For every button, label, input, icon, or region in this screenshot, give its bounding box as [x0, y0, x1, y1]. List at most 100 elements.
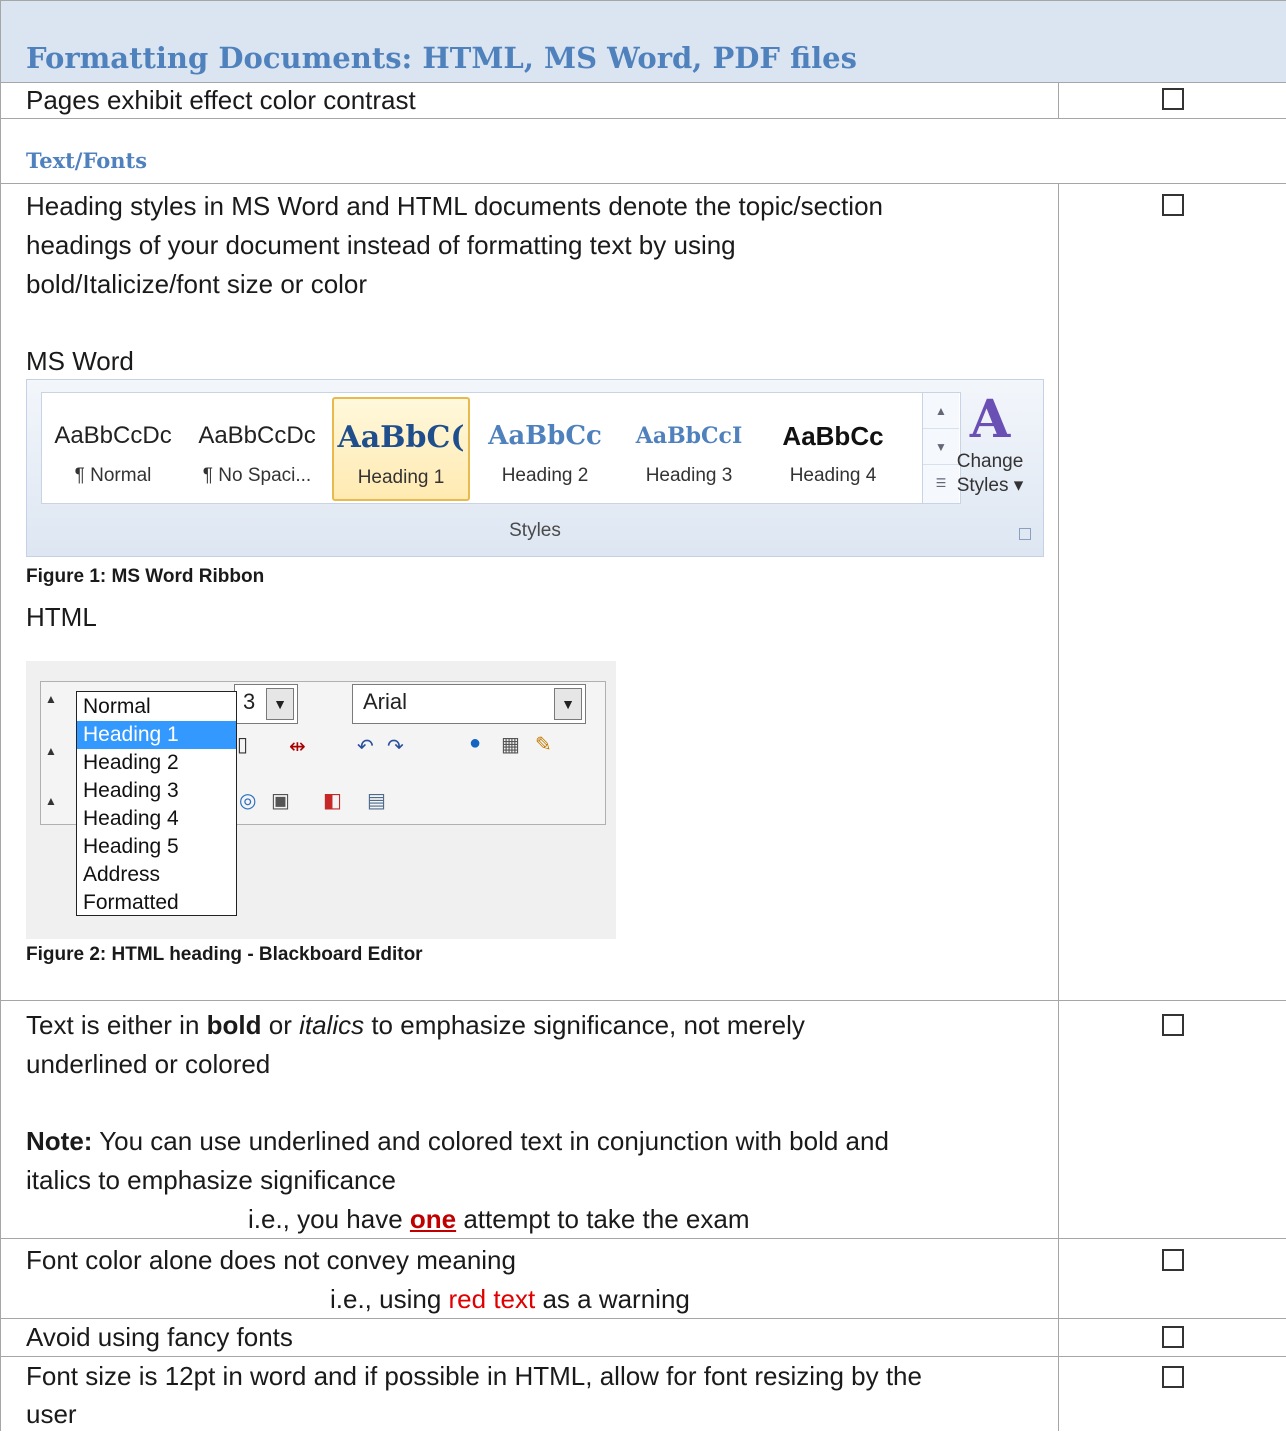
style-sample: AaBbC( [337, 421, 465, 455]
rule-left [0, 0, 1, 1431]
style-tile-no-spacing[interactable]: AaBbCcDc ¶ No Spaci... [188, 397, 326, 501]
chevron-down-icon[interactable]: ▼ [266, 688, 294, 720]
note-label: Note: [26, 1126, 93, 1156]
item-emphasis-line: Text is either in bold or italics to emp… [26, 1006, 805, 1044]
style-sample: AaBbCc [488, 421, 602, 451]
unlink-icon[interactable]: ⇹ [289, 734, 306, 759]
font-size-value: 3 [243, 689, 256, 714]
rule [0, 1238, 1286, 1239]
checklist-page: Formatting Documents: HTML, MS Word, PDF… [0, 0, 1286, 1431]
undo-icon[interactable]: ↶ [357, 734, 374, 759]
example-one-attempt: i.e., you have one attempt to take the e… [248, 1200, 750, 1238]
checkbox-font-size[interactable] [1162, 1366, 1184, 1388]
preview-icon[interactable]: ◎ [239, 788, 256, 813]
font-family-select[interactable]: Arial ▼ [352, 684, 586, 724]
pencil-icon[interactable]: ✎ [535, 732, 552, 757]
format-option[interactable]: Heading 5 [77, 833, 236, 861]
flash-icon[interactable]: ◧ [323, 788, 342, 813]
style-sample: AaBbCcDc [198, 422, 316, 449]
style-tile-normal[interactable]: AaBbCcDc ¶ Normal [44, 397, 182, 501]
checkbox-color-meaning[interactable] [1162, 1249, 1184, 1271]
italic-word: italics [299, 1010, 365, 1040]
format-option[interactable]: Formatted [77, 889, 236, 917]
item-headings-line: headings of your document instead of for… [26, 230, 736, 260]
dialog-launcher-icon[interactable] [1019, 528, 1031, 540]
item-color-meaning: Font color alone does not convey meaning [26, 1245, 516, 1275]
text-run: i.e., using [330, 1284, 449, 1314]
word-styles-ribbon: AaBbCcDc ¶ Normal AaBbCcDc ¶ No Spaci...… [26, 379, 1044, 557]
item-font-size-line: user [26, 1399, 77, 1429]
style-name: ¶ Normal [74, 465, 152, 486]
checkbox-contrast[interactable] [1162, 88, 1184, 110]
item-fancy-fonts: Avoid using fancy fonts [26, 1322, 293, 1352]
html-label: HTML [26, 602, 97, 632]
style-tile-heading-1[interactable]: AaBbC( Heading 1 [332, 397, 470, 501]
collapse-icon[interactable]: ▲ [45, 794, 57, 808]
style-tile-heading-4[interactable]: AaBbCc Heading 4 [764, 397, 902, 501]
figure-2-caption: Figure 2: HTML heading - Blackboard Edit… [26, 944, 423, 965]
checkbox-fancy-fonts[interactable] [1162, 1326, 1184, 1348]
collapse-icon[interactable]: ▲ [45, 692, 57, 706]
style-sample: AaBbCcDc [54, 422, 172, 449]
example-red-text: i.e., using red text as a warning [330, 1280, 690, 1318]
note-line: italics to emphasize significance [26, 1165, 396, 1195]
figure-1-caption: Figure 1: MS Word Ribbon [26, 566, 265, 587]
font-size-select[interactable]: 3 ▼ [234, 684, 298, 724]
globe-icon[interactable]: ● [469, 732, 481, 755]
style-name: Heading 2 [501, 465, 589, 486]
item-emphasis-line: underlined or colored [26, 1049, 271, 1079]
format-option-selected[interactable]: Heading 1 [77, 721, 236, 749]
style-sample: AaBbCc [782, 421, 884, 451]
change-styles-label: Change [956, 451, 1024, 472]
section-title: Formatting Documents: HTML, MS Word, PDF… [26, 41, 857, 75]
format-option[interactable]: Heading 4 [77, 805, 236, 833]
format-option[interactable]: Normal [77, 693, 236, 721]
collapse-icon[interactable]: ▲ [45, 744, 57, 758]
table-icon[interactable]: ▦ [501, 732, 520, 757]
item-headings-line: Heading styles in MS Word and HTML docum… [26, 191, 883, 221]
style-name: Heading 1 [357, 467, 445, 488]
subsection-title: Text/Fonts [26, 148, 148, 173]
item-font-size-line: Font size is 12pt in word and if possibl… [26, 1361, 922, 1391]
media-icon[interactable]: ▣ [271, 788, 290, 813]
text-run: to emphasize significance, not merely [364, 1010, 805, 1040]
style-name: Heading 3 [645, 465, 733, 486]
emphasized-one: one [409, 1204, 457, 1234]
checkbox-emphasis[interactable] [1162, 1014, 1184, 1036]
style-tile-heading-2[interactable]: AaBbCc Heading 2 [476, 397, 614, 501]
checkbox-headings[interactable] [1162, 194, 1184, 216]
chevron-down-icon[interactable]: ▼ [554, 688, 582, 720]
style-tile-heading-3[interactable]: AaBbCcI Heading 3 [620, 397, 758, 501]
change-styles-label: Styles ▾ [956, 475, 1024, 496]
format-option[interactable]: Heading 3 [77, 777, 236, 805]
font-family-value: Arial [363, 689, 408, 714]
text-run: Text is either in [26, 1010, 207, 1040]
item-contrast: Pages exhibit effect color contrast [26, 85, 416, 115]
rule-col [1058, 82, 1059, 118]
style-name: ¶ No Spaci... [202, 465, 312, 486]
rule-top [0, 0, 1286, 1]
text-run: You can use underlined and colored text … [92, 1126, 889, 1156]
style-name: Heading 4 [789, 465, 877, 486]
note-line: Note: You can use underlined and colored… [26, 1122, 889, 1160]
rule [0, 183, 1286, 184]
red-text-sample: red text [448, 1284, 536, 1314]
change-styles-icon: A [969, 389, 1011, 450]
style-sample: AaBbCcI [635, 423, 743, 449]
text-run: attempt to take the exam [456, 1204, 750, 1234]
rule [0, 1000, 1286, 1001]
redo-icon[interactable]: ↷ [387, 734, 404, 759]
format-dropdown-list[interactable]: Normal Heading 1 Heading 2 Heading 3 Hea… [76, 691, 237, 916]
format-option[interactable]: Address [77, 861, 236, 889]
rule-col [1058, 183, 1059, 1431]
styles-gallery: AaBbCcDc ¶ Normal AaBbCcDc ¶ No Spaci...… [41, 392, 961, 504]
bold-word: bold [206, 1010, 262, 1040]
format-option[interactable]: Heading 2 [77, 749, 236, 777]
text-run: as a warning [535, 1284, 690, 1314]
text-run: i.e., you have [248, 1204, 410, 1234]
change-styles-button[interactable]: A Change Styles ▾ [945, 390, 1035, 510]
paste-icon[interactable]: ▯ [237, 732, 248, 757]
ms-word-label: MS Word [26, 346, 134, 376]
mashup-icon[interactable]: ▤ [367, 788, 386, 813]
styles-group-label: Styles [509, 520, 561, 541]
